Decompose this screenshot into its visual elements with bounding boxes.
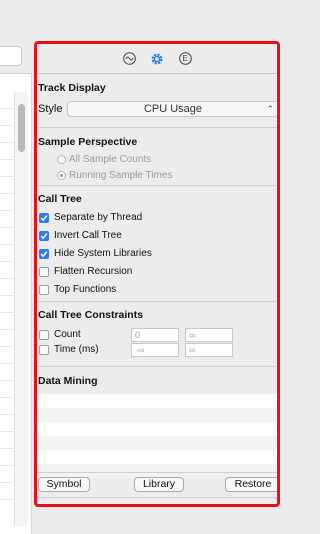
list-item[interactable]	[37, 408, 277, 422]
waveform-icon[interactable]	[122, 52, 136, 66]
list-item[interactable]	[37, 436, 277, 450]
divider	[37, 366, 277, 367]
checkbox[interactable]	[39, 266, 49, 277]
list-item[interactable]	[0, 126, 14, 143]
style-popup-value: CPU Usage	[143, 103, 203, 115]
list-item[interactable]	[0, 262, 14, 279]
list-item[interactable]	[0, 347, 14, 364]
radio-button[interactable]	[57, 171, 66, 180]
library-button[interactable]: Library	[134, 477, 184, 492]
up-down-chevron-icon: ⌃	[266, 104, 274, 114]
list-item[interactable]	[0, 415, 14, 432]
list-item[interactable]	[0, 177, 14, 194]
left-scrollbar[interactable]	[14, 92, 28, 526]
scroll-thumb[interactable]	[18, 104, 25, 152]
list-item[interactable]	[37, 464, 277, 478]
checkbox[interactable]	[39, 248, 49, 259]
list-item[interactable]	[0, 313, 14, 330]
inspector-tab-bar: E	[37, 44, 277, 74]
track-display-title: Track Display	[38, 82, 106, 94]
count-min-field[interactable]: 0	[131, 328, 179, 342]
count-max-field[interactable]: ∞	[185, 328, 233, 342]
extended-detail-icon[interactable]: E	[178, 52, 192, 66]
list-item[interactable]	[0, 483, 14, 500]
checkbox[interactable]	[39, 284, 49, 295]
list-item[interactable]	[0, 194, 14, 211]
list-item[interactable]	[37, 450, 277, 464]
left-list	[0, 92, 14, 500]
style-popup[interactable]: CPU Usage ⌃	[67, 101, 277, 117]
checkbox[interactable]	[39, 329, 49, 340]
call-tree-title: Call Tree	[38, 193, 82, 205]
radio-label: Running Sample Times	[69, 170, 173, 181]
divider	[37, 301, 277, 302]
data-mining-list[interactable]	[37, 394, 277, 478]
sample-perspective-title: Sample Perspective	[38, 136, 138, 148]
checkbox-label: Hide System Libraries	[54, 248, 152, 259]
list-item[interactable]	[37, 422, 277, 436]
list-item[interactable]	[0, 330, 14, 347]
checkbox-flatten-recursion[interactable]: Flatten Recursion	[39, 266, 132, 277]
checkbox-separate-by-thread[interactable]: Separate by Thread	[39, 212, 142, 223]
checkbox-time[interactable]: Time (ms)	[39, 344, 99, 355]
radio-running-sample-times[interactable]: Running Sample Times	[57, 170, 172, 181]
list-item[interactable]	[0, 279, 14, 296]
checkbox[interactable]	[39, 212, 49, 223]
checkbox-label: Time (ms)	[54, 344, 99, 355]
extended-detail-glyph: E	[182, 54, 188, 63]
call-tree-constraints-title: Call Tree Constraints	[38, 309, 144, 321]
checkbox-label: Separate by Thread	[54, 212, 143, 223]
list-item[interactable]	[0, 466, 14, 483]
checkbox[interactable]	[39, 344, 49, 355]
checkbox-label: Invert Call Tree	[54, 230, 122, 241]
divider	[37, 497, 277, 498]
list-item[interactable]	[0, 160, 14, 177]
data-mining-title: Data Mining	[38, 375, 98, 387]
list-item[interactable]	[37, 394, 277, 408]
divider	[37, 185, 277, 186]
checkbox-count[interactable]: Count	[39, 329, 81, 340]
checkbox-label: Top Functions	[54, 284, 117, 295]
left-search-field[interactable]	[0, 46, 22, 66]
checkbox-invert-call-tree[interactable]: Invert Call Tree	[39, 230, 122, 241]
time-max-field[interactable]: ∞	[185, 343, 233, 357]
list-item[interactable]	[0, 92, 14, 109]
checkbox-top-functions[interactable]: Top Functions	[39, 284, 116, 295]
symbol-button[interactable]: Symbol	[38, 477, 90, 492]
divider	[37, 472, 277, 473]
list-item[interactable]	[0, 364, 14, 381]
list-item[interactable]	[0, 109, 14, 126]
list-item[interactable]	[0, 432, 14, 449]
inspector-panel: E Track Display Style CPU Usage ⌃ Sample…	[34, 41, 280, 507]
checkbox[interactable]	[39, 230, 49, 241]
list-item[interactable]	[0, 143, 14, 160]
list-item[interactable]	[0, 228, 14, 245]
radio-label: All Sample Counts	[69, 154, 152, 165]
radio-button[interactable]	[57, 155, 66, 164]
style-label: Style	[38, 103, 63, 115]
list-item[interactable]	[0, 381, 14, 398]
checkbox-hide-system-libraries[interactable]: Hide System Libraries	[39, 248, 152, 259]
list-item[interactable]	[0, 245, 14, 262]
gear-icon[interactable]	[150, 52, 164, 66]
divider	[37, 127, 277, 128]
list-item[interactable]	[0, 398, 14, 415]
restore-button[interactable]: Restore	[225, 477, 277, 492]
list-item[interactable]	[0, 449, 14, 466]
checkbox-label: Flatten Recursion	[54, 266, 133, 277]
radio-all-sample-counts[interactable]: All Sample Counts	[57, 154, 151, 165]
list-item[interactable]	[0, 211, 14, 228]
time-min-field[interactable]: -∞	[131, 343, 179, 357]
list-item[interactable]	[0, 296, 14, 313]
checkbox-label: Count	[54, 329, 81, 340]
left-pane	[0, 0, 32, 534]
